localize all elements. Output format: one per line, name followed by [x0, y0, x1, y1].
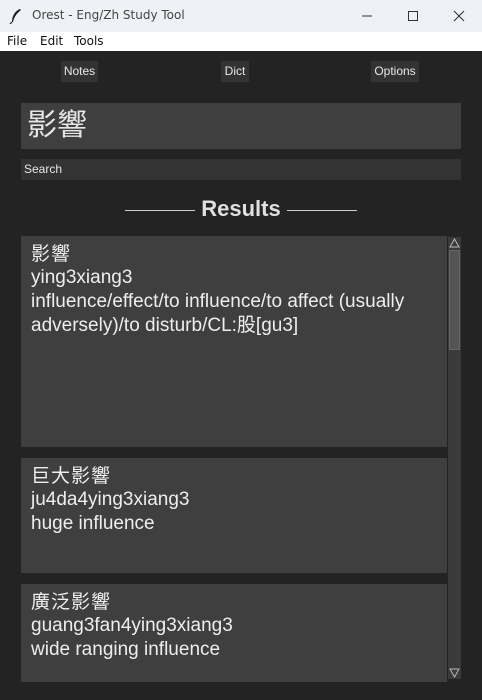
title-bar[interactable]: Orest - Eng/Zh Study Tool	[0, 0, 482, 32]
minimize-icon	[362, 15, 372, 17]
menu-bar: File Edit Tools	[0, 32, 482, 51]
dict-button[interactable]: Dict	[221, 61, 249, 82]
result-pinyin: ju4da4ying3xiang3	[31, 489, 190, 510]
result-card[interactable]: 廣泛影響 guang3fan4ying3xiang3 wide ranging …	[21, 584, 447, 682]
result-pinyin: guang3fan4ying3xiang3	[31, 615, 233, 636]
scroll-up-icon[interactable]	[448, 237, 461, 249]
result-definition: influence/effect/to influence/to affect …	[31, 291, 405, 336]
feather-icon	[9, 9, 21, 24]
results-list[interactable]: 影響 ying3xiang3 influence/effect/to influ…	[21, 236, 447, 682]
window-title: Orest - Eng/Zh Study Tool	[32, 8, 185, 22]
results-scrollbar[interactable]	[448, 237, 461, 679]
minimize-button[interactable]	[344, 0, 390, 32]
menu-edit[interactable]: Edit	[40, 34, 63, 48]
menu-file[interactable]: File	[7, 34, 27, 48]
menu-tools[interactable]: Tools	[74, 34, 104, 48]
close-button[interactable]	[436, 0, 482, 32]
divider-right	[286, 209, 357, 211]
current-word-display: 影響	[21, 103, 461, 149]
result-hanzi: 廣泛影響	[31, 591, 112, 613]
maximize-icon	[408, 11, 418, 21]
result-card[interactable]: 影響 ying3xiang3 influence/effect/to influ…	[21, 236, 447, 447]
search-input[interactable]	[21, 159, 461, 180]
result-definition: wide ranging influence	[31, 639, 221, 660]
results-heading: Results	[0, 194, 482, 224]
result-definition: huge influence	[31, 513, 155, 534]
divider-left	[125, 209, 196, 211]
scroll-thumb[interactable]	[449, 250, 460, 350]
notes-button[interactable]: Notes	[61, 61, 98, 82]
results-heading-text: Results	[201, 196, 281, 221]
result-pinyin: ying3xiang3	[31, 267, 133, 288]
main-content: Notes Dict Options 影響 Results 影響 ying3xi…	[0, 51, 482, 700]
close-icon	[453, 10, 465, 22]
result-hanzi: 巨大影響	[31, 465, 112, 487]
maximize-button[interactable]	[390, 0, 436, 32]
scroll-down-icon[interactable]	[448, 667, 461, 679]
result-hanzi: 影響	[31, 243, 72, 265]
result-card[interactable]: 巨大影響 ju4da4ying3xiang3 huge influence	[21, 458, 447, 573]
options-button[interactable]: Options	[371, 61, 419, 82]
app-window: Orest - Eng/Zh Study Tool File Edit Tool…	[0, 0, 482, 700]
